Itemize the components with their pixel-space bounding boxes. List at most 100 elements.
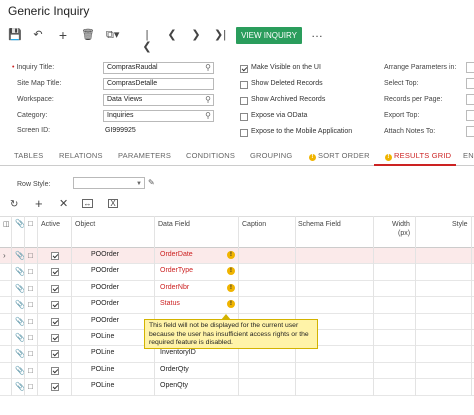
tab-relations[interactable]: RELATIONS bbox=[59, 151, 103, 160]
option-checkbox[interactable] bbox=[240, 65, 248, 73]
add-icon[interactable]: + bbox=[57, 28, 69, 42]
note-icon[interactable]: □ bbox=[28, 317, 33, 326]
warning-icon[interactable]: ! bbox=[227, 251, 235, 259]
tab-label: RELATIONS bbox=[59, 151, 103, 160]
right-field-input[interactable] bbox=[466, 126, 474, 137]
view-inquiry-button[interactable]: VIEW INQUIRY bbox=[236, 27, 302, 44]
edit-pencil-icon[interactable]: ✎ bbox=[148, 178, 155, 187]
object-cell[interactable]: POLine bbox=[91, 382, 114, 389]
delete-icon[interactable]: 🗑 bbox=[81, 29, 95, 41]
data-field-cell[interactable]: InventoryID bbox=[160, 349, 196, 356]
tab-sort-order[interactable]: ! SORT ORDER bbox=[309, 151, 370, 161]
data-field-cell[interactable]: OpenQty bbox=[160, 382, 188, 389]
note-icon[interactable]: □ bbox=[28, 284, 33, 293]
save-icon[interactable]: 💾 bbox=[8, 29, 22, 41]
note-icon[interactable]: □ bbox=[28, 267, 33, 276]
inquiry-title-label: • Inquiry Title: bbox=[12, 64, 55, 71]
object-cell[interactable]: POOrder bbox=[91, 251, 119, 258]
object-cell[interactable]: POLine bbox=[91, 333, 114, 340]
active-checkbox[interactable] bbox=[51, 366, 59, 375]
column-active[interactable]: Active bbox=[41, 221, 60, 228]
column-data-field[interactable]: Data Field bbox=[158, 221, 190, 228]
right-field-input[interactable] bbox=[466, 62, 474, 73]
tab-conditions[interactable]: CONDITIONS bbox=[186, 151, 235, 160]
last-record-icon[interactable]: ❯| bbox=[214, 29, 226, 41]
tab-label: TABLES bbox=[14, 151, 44, 160]
option-checkbox[interactable] bbox=[240, 129, 248, 137]
note-icon[interactable]: □ bbox=[28, 382, 33, 391]
refresh-icon[interactable]: ↻ bbox=[10, 199, 18, 210]
object-cell[interactable]: POOrder bbox=[91, 284, 119, 291]
active-checkbox[interactable] bbox=[51, 252, 59, 260]
note-icon[interactable]: □ bbox=[28, 300, 33, 309]
inquiry-title-input[interactable]: ComprasRaudal ⚲ bbox=[103, 62, 214, 74]
active-checkbox[interactable] bbox=[51, 383, 59, 392]
right-field-input[interactable] bbox=[466, 94, 474, 105]
tab-parameters[interactable]: PARAMETERS bbox=[118, 151, 171, 160]
search-icon[interactable]: ⚲ bbox=[205, 95, 211, 105]
warning-icon: ! bbox=[309, 154, 316, 161]
right-field-label: Export Top: bbox=[384, 112, 420, 119]
fit-columns-icon[interactable]: ↔ bbox=[82, 199, 93, 208]
tab-grouping[interactable]: GROUPING bbox=[250, 151, 292, 160]
column-width[interactable]: Width bbox=[392, 221, 410, 228]
column-settings-icon[interactable]: ◫ bbox=[3, 220, 10, 228]
tab-tables[interactable]: TABLES bbox=[14, 151, 43, 160]
search-icon[interactable]: ⚲ bbox=[205, 63, 211, 73]
delete-row-icon[interactable]: ✕ bbox=[59, 197, 68, 210]
data-field-cell[interactable]: OrderDate bbox=[160, 251, 193, 258]
note-icon[interactable]: □ bbox=[28, 333, 33, 342]
object-cell[interactable]: POOrder bbox=[91, 300, 119, 307]
data-field-cell[interactable]: Status bbox=[160, 300, 180, 307]
tab-label: CONDITIONS bbox=[186, 151, 236, 160]
workspace-input[interactable]: Data Views ⚲ bbox=[103, 94, 214, 106]
active-checkbox[interactable] bbox=[51, 334, 59, 342]
more-icon[interactable]: … bbox=[311, 27, 323, 39]
note-icon[interactable]: □ bbox=[28, 251, 33, 260]
option-label: Expose to the Mobile Application bbox=[251, 128, 353, 135]
previous-record-icon[interactable]: ❮ bbox=[166, 29, 178, 41]
site-map-title-input[interactable]: ComprasDetalle bbox=[103, 78, 214, 90]
option-checkbox[interactable] bbox=[240, 97, 248, 105]
note-icon[interactable]: □ bbox=[28, 366, 33, 375]
warning-icon[interactable]: ! bbox=[227, 283, 235, 292]
search-icon[interactable]: ⚲ bbox=[205, 111, 211, 121]
active-checkbox[interactable] bbox=[51, 317, 59, 326]
chevron-down-icon[interactable]: ▼ bbox=[136, 179, 142, 189]
export-excel-icon[interactable]: X bbox=[108, 199, 118, 208]
data-field-cell[interactable]: OrderQty bbox=[160, 366, 189, 373]
active-checkbox[interactable] bbox=[51, 268, 59, 277]
tab-en[interactable]: EN bbox=[463, 151, 474, 160]
right-field-label: Arrange Parameters in: bbox=[384, 64, 457, 71]
right-field-input[interactable] bbox=[466, 110, 474, 121]
object-cell[interactable]: POLine bbox=[91, 349, 114, 356]
tab-results-grid[interactable]: ! RESULTS GRID bbox=[385, 151, 451, 161]
active-checkbox[interactable] bbox=[51, 301, 59, 310]
warning-icon[interactable]: ! bbox=[227, 300, 235, 309]
object-cell[interactable]: POOrder bbox=[91, 267, 119, 274]
column-style[interactable]: Style bbox=[452, 221, 468, 228]
undo-icon[interactable]: ↶ bbox=[32, 29, 44, 41]
note-icon[interactable]: □ bbox=[28, 349, 33, 358]
object-cell[interactable]: POLine bbox=[91, 366, 114, 373]
row-style-select[interactable]: ▼ bbox=[73, 177, 145, 189]
data-field-cell[interactable]: OrderType bbox=[160, 267, 193, 274]
option-checkbox[interactable] bbox=[240, 81, 248, 89]
warning-icon[interactable]: ! bbox=[227, 267, 235, 276]
tab-label: GROUPING bbox=[250, 151, 293, 160]
column-object[interactable]: Object bbox=[75, 221, 95, 228]
next-record-icon[interactable]: ❯ bbox=[190, 29, 202, 41]
active-checkbox[interactable] bbox=[51, 350, 59, 359]
workspace-label: Workspace: bbox=[17, 96, 54, 103]
copy-paste-icon[interactable]: ⧉▾ bbox=[106, 29, 119, 41]
object-cell[interactable]: POOrder bbox=[91, 317, 119, 324]
column-schema-field[interactable]: Schema Field bbox=[298, 221, 341, 228]
first-record-icon[interactable]: |❮ bbox=[141, 29, 153, 53]
option-checkbox[interactable] bbox=[240, 113, 248, 121]
active-checkbox[interactable] bbox=[51, 284, 59, 293]
right-field-input[interactable] bbox=[466, 78, 474, 89]
add-row-icon[interactable]: + bbox=[35, 196, 43, 211]
category-input[interactable]: Inquiries ⚲ bbox=[103, 110, 214, 122]
data-field-cell[interactable]: OrderNbr bbox=[160, 284, 189, 291]
column-caption[interactable]: Caption bbox=[242, 221, 266, 228]
